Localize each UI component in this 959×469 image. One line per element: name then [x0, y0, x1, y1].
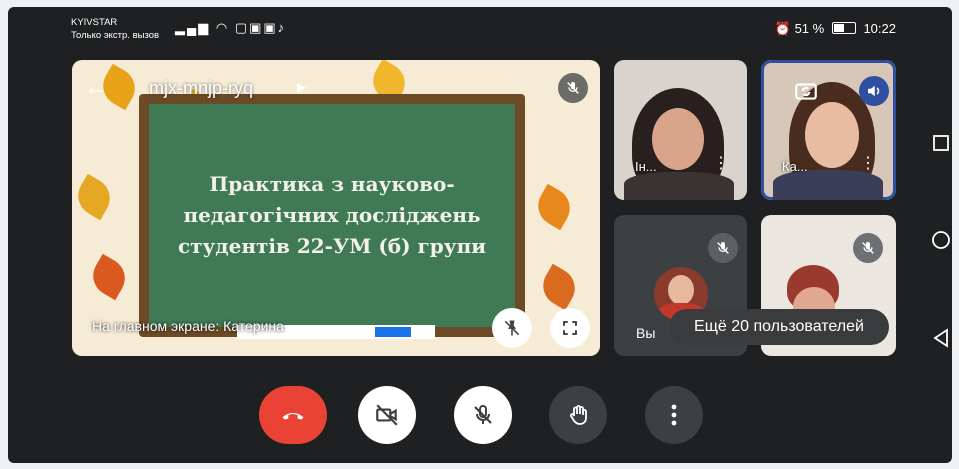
more-vert-icon[interactable]: ⋮: [713, 156, 729, 172]
hang-up-icon: [282, 412, 304, 420]
main-stage-tile[interactable]: Практика з науково-педагогічних дослідже…: [72, 60, 600, 356]
notification-icons: ▢▣▣♪: [234, 20, 287, 35]
chalkboard-surface: Практика з науково-педагогічних дослідже…: [149, 104, 515, 327]
signal-icon: ▂▄▆: [175, 20, 211, 35]
participant-clothing: [624, 172, 734, 200]
battery-icon: [831, 22, 856, 34]
participant-tile-active-speaker[interactable]: Ка... ⋮: [761, 60, 896, 200]
maple-leaf-decoration: [85, 253, 133, 301]
maple-leaf-decoration: [535, 263, 583, 311]
more-vert-icon: [671, 404, 677, 426]
mic-off-icon: [474, 405, 492, 424]
mic-off-icon: [708, 233, 738, 263]
participant-clothing: [773, 170, 883, 200]
participant-name: Ін...: [635, 159, 657, 174]
carrier-name: KYIVSTAR: [71, 17, 118, 28]
battery-percent: 51 %: [794, 21, 825, 36]
raise-hand-button[interactable]: [549, 386, 607, 444]
wifi-icon: ◠: [215, 20, 230, 35]
switch-camera-icon[interactable]: [791, 76, 821, 106]
presenter-caption: На главном экране: Катерина: [92, 318, 284, 334]
more-vert-icon[interactable]: ⋮: [860, 156, 876, 172]
raise-hand-icon: [570, 405, 587, 425]
fullscreen-button[interactable]: [550, 308, 590, 348]
status-right: ⏰ 51 % 10:22: [775, 21, 896, 37]
maple-leaf-decoration: [72, 173, 118, 221]
end-call-button[interactable]: [259, 386, 327, 444]
alarm-icon: ⏰: [774, 21, 791, 36]
more-participants-pill[interactable]: Ещё 20 пользователей: [669, 309, 889, 345]
recent-apps-button[interactable]: [930, 132, 952, 154]
chevron-right-icon[interactable]: ▶: [297, 80, 306, 94]
fullscreen-icon: [563, 321, 577, 335]
speaker-volume-icon[interactable]: [859, 76, 889, 106]
participant-face: [805, 102, 859, 168]
camera-toggle-button[interactable]: [358, 386, 416, 444]
mic-toggle-button[interactable]: [454, 386, 512, 444]
emergency-only-text: Только экстр. вызов: [71, 30, 160, 41]
home-button[interactable]: [930, 229, 952, 251]
carrier-info: KYIVSTAR Только экстр. вызов: [71, 16, 159, 42]
participant-name: Ка...: [782, 159, 808, 174]
participant-face: [652, 108, 704, 170]
pin-off-icon: [504, 320, 520, 336]
stop-sharing-button-preview: [375, 327, 411, 337]
participant-tile[interactable]: Ін... ⋮: [614, 60, 747, 200]
meeting-code[interactable]: mjx-mnjp-ryq: [149, 78, 253, 99]
camera-off-icon: [376, 404, 398, 426]
unpin-button[interactable]: [492, 308, 532, 348]
status-icons: ▂▄▆ ◠ ▢▣▣♪: [175, 20, 286, 36]
more-options-button[interactable]: [645, 386, 703, 444]
presentation-title: Практика з науково-педагогічних дослідже…: [177, 172, 487, 258]
status-bar: KYIVSTAR Только экстр. вызов ▂▄▆ ◠ ▢▣▣♪ …: [8, 7, 952, 51]
mic-off-icon: [853, 233, 883, 263]
mic-off-icon: [558, 73, 588, 103]
clock: 10:22: [863, 21, 896, 36]
chalkboard: Практика з науково-педагогічних дослідже…: [139, 94, 525, 337]
meet-call-screen: KYIVSTAR Только экстр. вызов ▂▄▆ ◠ ▢▣▣♪ …: [8, 7, 952, 463]
maple-leaf-decoration: [530, 183, 578, 231]
back-arrow-icon[interactable]: ←: [84, 74, 108, 102]
avatar-face: [668, 275, 694, 305]
self-label: Вы: [636, 325, 656, 341]
back-button[interactable]: [930, 327, 952, 349]
